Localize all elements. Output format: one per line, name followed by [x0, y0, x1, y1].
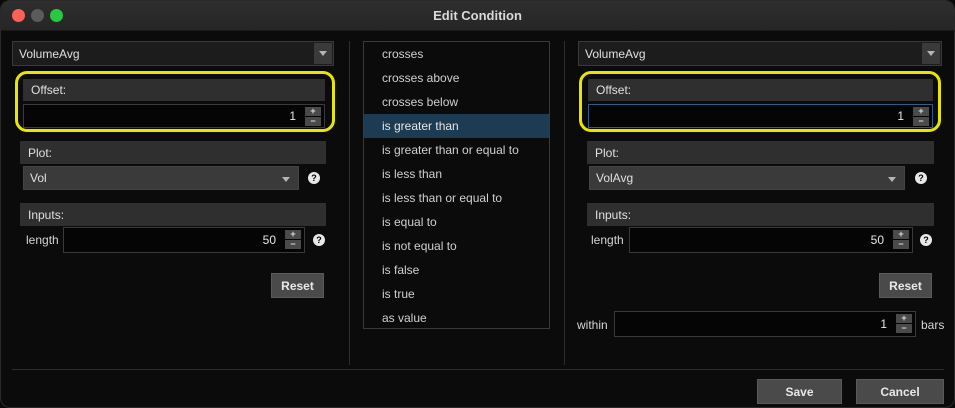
right-plot-help-icon[interactable]: ? [915, 172, 927, 184]
within-label: within [577, 318, 608, 332]
condition-list-item[interactable]: is greater than or equal to [364, 138, 549, 162]
condition-list-item[interactable]: crosses below [364, 90, 549, 114]
left-length-input[interactable]: 50 + − [63, 227, 305, 253]
left-study-select[interactable]: VolumeAvg [12, 41, 334, 66]
condition-list-item[interactable]: crosses above [364, 66, 549, 90]
right-inputs-help-icon[interactable]: ? [920, 234, 932, 246]
right-reset-button[interactable]: Reset [879, 273, 932, 298]
title-bar: Edit Condition [1, 1, 954, 31]
condition-list-item[interactable]: is less than [364, 162, 549, 186]
condition-list-item[interactable]: is false [364, 258, 549, 282]
minus-icon[interactable]: − [305, 117, 321, 126]
condition-list-item[interactable]: is true [364, 282, 549, 306]
left-plot-help-icon[interactable]: ? [308, 172, 320, 184]
plus-icon[interactable]: + [305, 107, 321, 116]
minus-icon[interactable]: − [913, 117, 929, 126]
plus-icon[interactable]: + [285, 230, 301, 239]
chevron-down-icon [282, 177, 290, 182]
left-length-label: length [26, 233, 59, 247]
chevron-down-icon [888, 177, 896, 182]
right-length-value: 50 [870, 233, 884, 247]
condition-list-item[interactable]: is equal to [364, 210, 549, 234]
within-bars-input[interactable]: 1 + − [614, 311, 916, 337]
minus-icon[interactable]: − [893, 240, 909, 249]
left-inputs-header: Inputs: [20, 203, 326, 226]
minus-icon[interactable]: − [896, 324, 912, 333]
right-plot-value: VolAvg [596, 171, 634, 185]
right-offset-header: Offset: [588, 79, 933, 101]
left-inputs-label: Inputs: [28, 207, 65, 222]
bars-label: bars [921, 318, 945, 332]
condition-list: crosses crosses above crosses below is grea… [363, 41, 550, 329]
condition-list-item[interactable]: as value [364, 306, 549, 330]
left-offset-input[interactable]: 1 + − [23, 104, 325, 128]
right-plot-header: Plot: [587, 141, 934, 164]
right-length-label: length [591, 233, 624, 247]
plus-icon[interactable]: + [896, 314, 912, 323]
divider [564, 41, 565, 365]
left-plot-label: Plot: [28, 145, 53, 160]
condition-list-item[interactable]: is not equal to [364, 234, 549, 258]
left-offset-header: Offset: [23, 79, 325, 101]
left-plot-value: Vol [30, 171, 47, 185]
condition-list-item[interactable]: is greater than [364, 114, 549, 138]
right-offset-label: Offset: [596, 83, 632, 97]
window-title: Edit Condition [433, 8, 522, 23]
right-inputs-header: Inputs: [587, 203, 934, 226]
left-reset-button[interactable]: Reset [271, 273, 324, 298]
left-study-value: VolumeAvg [19, 46, 80, 61]
left-length-value: 50 [262, 233, 276, 247]
left-offset-label: Offset: [31, 83, 67, 97]
right-length-input[interactable]: 50 + − [629, 227, 913, 253]
right-plot-select[interactable]: VolAvg [589, 166, 905, 190]
condition-list-item[interactable]: crosses [364, 42, 549, 66]
divider [349, 41, 350, 365]
within-value: 1 [880, 317, 887, 331]
footer-divider [12, 369, 944, 370]
edit-condition-window: Edit Condition VolumeAvg Offset: 1 + − P… [0, 0, 955, 408]
right-study-select[interactable]: VolumeAvg [578, 41, 942, 66]
left-plot-header: Plot: [20, 141, 326, 164]
plus-icon[interactable]: + [913, 107, 929, 116]
right-inputs-label: Inputs: [595, 207, 632, 222]
cancel-button[interactable]: Cancel [856, 379, 944, 404]
chevron-down-icon [922, 43, 940, 64]
right-plot-label: Plot: [595, 145, 620, 160]
chevron-down-icon [314, 43, 332, 64]
minus-icon[interactable]: − [285, 240, 301, 249]
right-offset-value: 1 [897, 109, 904, 123]
right-study-value: VolumeAvg [585, 46, 646, 61]
condition-list-item[interactable]: is less than or equal to [364, 186, 549, 210]
right-offset-input[interactable]: 1 + − [588, 104, 933, 128]
left-inputs-help-icon[interactable]: ? [313, 234, 325, 246]
save-button[interactable]: Save [757, 379, 842, 404]
left-offset-value: 1 [289, 109, 296, 123]
plus-icon[interactable]: + [893, 230, 909, 239]
left-plot-select[interactable]: Vol [23, 166, 299, 190]
